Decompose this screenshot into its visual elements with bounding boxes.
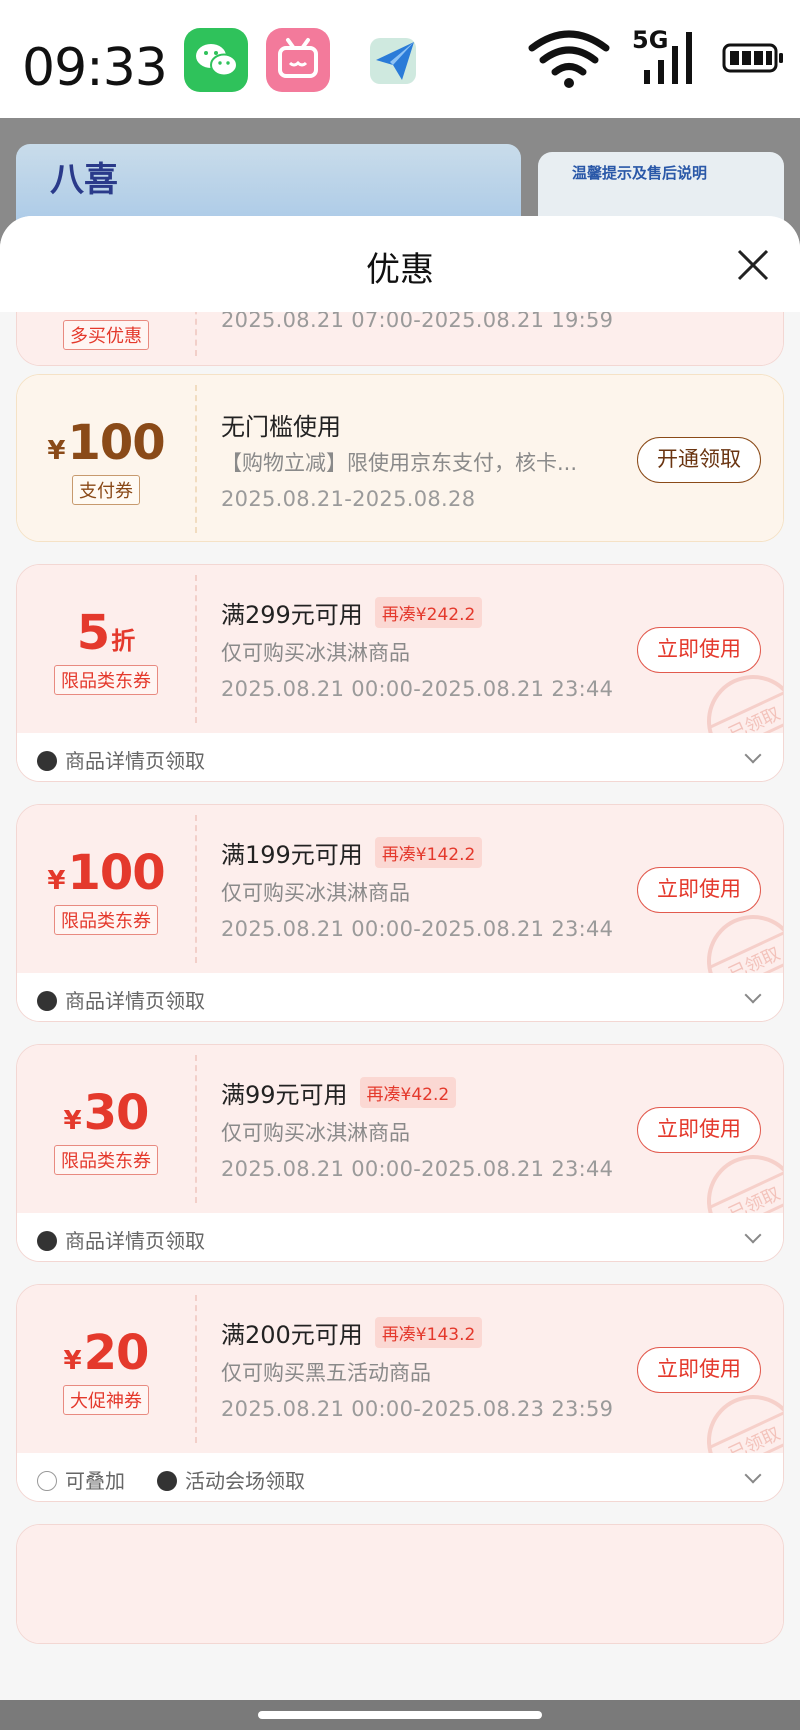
sheet-header: 优惠 (0, 216, 800, 312)
coupon-currency: ¥ (63, 1346, 82, 1376)
coupon-tag: 支付券 (72, 475, 140, 505)
chevron-down-icon[interactable] (744, 1226, 762, 1244)
wifi-icon (528, 28, 610, 94)
coupon-condition: 满299元可用 (221, 601, 363, 629)
coupon-card (16, 1524, 784, 1644)
battery-icon (722, 42, 784, 78)
send-app-icon (362, 28, 426, 92)
coupon-condition: 满200元可用 (221, 1321, 363, 1349)
chevron-down-icon[interactable] (744, 1466, 762, 1484)
coupon-date: 2025.08.21 00:00-2025.08.23 23:59 (221, 1397, 614, 1421)
notice-title: 温馨提示及售后说明 (572, 164, 708, 182)
coupon-currency: ¥ (47, 866, 66, 896)
ticket-icon (37, 991, 57, 1011)
coupon-description: 仅可购买黑五活动商品 (221, 1361, 431, 1385)
close-icon[interactable] (736, 248, 770, 282)
coupon-description: 仅可购买冰淇淋商品 (221, 881, 410, 905)
sheet-title: 优惠 (366, 250, 434, 290)
coupon-tag: 多买优惠 (63, 320, 149, 350)
ticket-icon (157, 1471, 177, 1491)
use-now-button[interactable]: 立即使用 (637, 1107, 761, 1153)
chevron-down-icon[interactable] (744, 746, 762, 764)
coupon-condition: 无门槛使用 (221, 413, 341, 441)
coupon-amount: 100 (67, 415, 165, 471)
use-now-button[interactable]: 立即使用 (637, 1347, 761, 1393)
status-bar: 09:33 5G (0, 0, 800, 118)
coupon-footer[interactable]: 商品详情页领取 (17, 1213, 783, 1261)
coupon-amount: 20 (83, 1325, 150, 1381)
footer-source: 商品详情页领取 (65, 1229, 205, 1253)
coupon-description: 仅可购买冰淇淋商品 (221, 641, 410, 665)
footer-source: 活动会场领取 (185, 1469, 305, 1493)
coupon-tag: 限品类东券 (54, 905, 158, 935)
coupon-amount: 30 (83, 1085, 150, 1141)
bilibili-icon (266, 28, 330, 92)
amount-needed-badge: 再凑¥143.2 (374, 1317, 483, 1348)
stackable-icon (37, 1471, 57, 1491)
amount-needed-badge: 再凑¥242.2 (374, 597, 483, 628)
status-time: 09:33 (22, 38, 168, 98)
coupon-condition: 满199元可用 (221, 841, 363, 869)
coupon-card: ¥100 支付券 无门槛使用 【购物立减】限使用京东支付，核卡... 2025.… (16, 374, 784, 542)
coupon-currency: ¥ (63, 1106, 82, 1136)
home-indicator[interactable] (258, 1711, 542, 1719)
ticket-icon (37, 751, 57, 771)
coupon-unit: 折 (111, 627, 136, 655)
coupon-card: 5折 限品类东券 满299元可用 再凑¥242.2 仅可购买冰淇淋商品 2025.… (16, 564, 784, 782)
ticket-icon (37, 1231, 57, 1251)
coupon-card: ¥20 大促神券 满200元可用 再凑¥143.2 仅可购买黑五活动商品 2025… (16, 1284, 784, 1502)
coupon-tag: 限品类东券 (54, 1145, 158, 1175)
coupon-footer[interactable]: 商品详情页领取 (17, 973, 783, 1021)
wechat-icon (184, 28, 248, 92)
coupon-date: 2025.08.21 00:00-2025.08.21 23:44 (221, 677, 614, 701)
coupon-amount: 5 (76, 605, 110, 661)
use-now-button[interactable]: 立即使用 (637, 627, 761, 673)
open-claim-button[interactable]: 开通领取 (637, 437, 761, 483)
coupon-condition: 满99元可用 (221, 1081, 348, 1109)
coupon-date: 2025.08.21-2025.08.28 (221, 487, 476, 511)
coupon-footer[interactable]: 商品详情页领取 (17, 733, 783, 781)
stackable-label: 可叠加 (65, 1469, 125, 1493)
coupon-description: 【购物立减】限使用京东支付，核卡... (221, 451, 578, 475)
coupon-date: 2025.08.21 00:00-2025.08.21 23:44 (221, 1157, 614, 1181)
coupon-tag: 大促神券 (63, 1385, 149, 1415)
coupon-currency: ¥ (47, 436, 66, 466)
coupon-tag: 限品类东券 (54, 665, 158, 695)
coupon-sheet: 优惠 多买优惠 2025.08.21 07:00-2025.08.21 19:5… (0, 216, 800, 1700)
coupon-card: ¥30 限品类东券 满99元可用 再凑¥42.2 仅可购买冰淇淋商品 2025.0… (16, 1044, 784, 1262)
footer-source: 商品详情页领取 (65, 989, 205, 1013)
chevron-down-icon[interactable] (744, 986, 762, 1004)
coupon-description: 仅可购买冰淇淋商品 (221, 1121, 410, 1145)
footer-source: 商品详情页领取 (65, 749, 205, 773)
amount-needed-badge: 再凑¥142.2 (374, 837, 483, 868)
coupon-card: ¥100 限品类东券 满199元可用 再凑¥142.2 仅可购买冰淇淋商品 202… (16, 804, 784, 1022)
brand-logo: 八喜 (50, 160, 118, 200)
coupon-footer[interactable]: 可叠加 活动会场领取 (17, 1453, 783, 1501)
coupon-date: 2025.08.21 00:00-2025.08.21 23:44 (221, 917, 614, 941)
amount-needed-badge: 再凑¥42.2 (359, 1077, 457, 1108)
coupon-amount: 100 (67, 845, 165, 901)
use-now-button[interactable]: 立即使用 (637, 867, 761, 913)
